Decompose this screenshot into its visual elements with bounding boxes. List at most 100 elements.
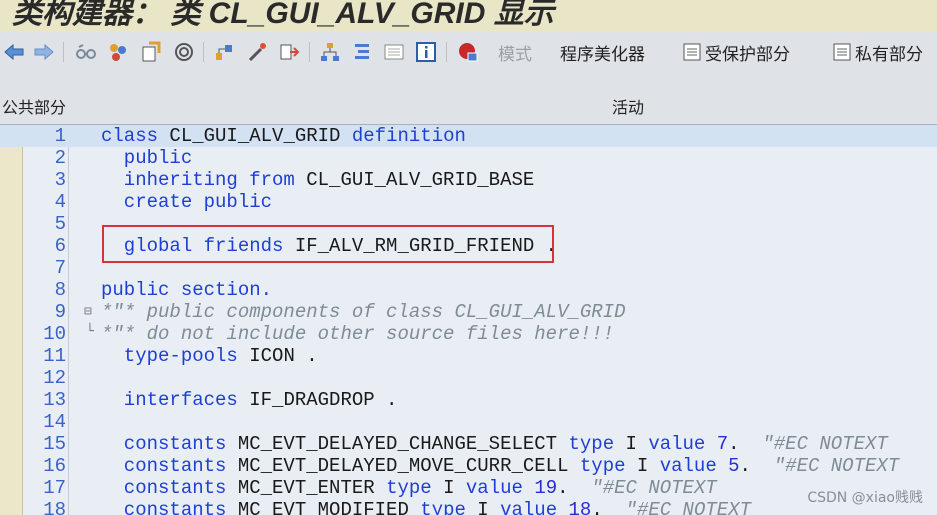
code-token: "#EC NOTEXT [625,499,751,515]
code-line[interactable]: 8 public section. [0,279,937,301]
code-token: . [591,499,626,515]
code-text: *"* public components of class CL_GUI_AL… [101,301,626,323]
code-token: IF_DRAGDROP . [249,389,398,411]
code-text: inheriting from CL_GUI_ALV_GRID_BASE [101,169,534,191]
code-line[interactable]: 14 [0,411,937,433]
line-number: 1 [54,125,66,147]
line-number: 2 [54,147,66,169]
code-line[interactable]: 13 interfaces IF_DRAGDROP . [0,389,937,411]
title-bar: 类构建器： 类 CL_GUI_ALV_GRID 显示 [0,0,937,32]
code-token: type [579,455,637,477]
info-icon[interactable] [414,40,438,64]
code-line[interactable]: 18 constants MC_EVT_MODIFIED type I valu… [0,499,937,515]
line-number: 5 [54,213,66,235]
code-text: constants MC_EVT_ENTER type I value 19. … [101,477,717,499]
code-token: I [625,433,649,455]
line-number: 15 [43,433,66,455]
window-title: 类构建器： 类 CL_GUI_ALV_GRID 显示 [12,0,554,30]
toolbar-separator [203,42,204,62]
code-token: create public [101,191,273,213]
code-text: constants MC_EVT_MODIFIED type I value 1… [101,499,751,515]
code-token: I [636,455,660,477]
code-token: MC_EVT_MODIFIED [237,499,421,515]
code-token: 19 [534,477,558,499]
code-token: I [477,499,501,515]
line-number: 10 [43,323,66,345]
watermark: CSDN @xiao贱贱 [807,490,923,506]
code-line[interactable]: 16 constants MC_EVT_DELAYED_MOVE_CURR_CE… [0,455,937,477]
line-number: 8 [54,279,66,301]
code-token: 7 [716,433,729,455]
outline-icon[interactable] [350,40,374,64]
code-token: *"* do not include other source files he… [101,323,615,345]
status-label: 活动 [612,98,645,117]
code-token: 18 [568,499,592,515]
code-token: public [101,147,193,169]
pretty-printer-button[interactable]: 程序美化器 [560,40,645,65]
test-icon[interactable] [277,40,301,64]
list-icon[interactable] [382,40,406,64]
fold-end-icon: └ [86,324,94,339]
code-text: interfaces IF_DRAGDROP . [101,389,398,411]
code-text: type-pools ICON . [101,345,318,367]
code-line[interactable]: 12 [0,367,937,389]
code-token: value [465,477,535,499]
code-token: I [443,477,466,499]
line-number: 18 [43,499,66,515]
code-line[interactable]: 2 public [0,147,937,169]
magic-wand-icon[interactable] [245,40,269,64]
fold-collapse-icon[interactable]: ⊟ [84,301,92,323]
line-number: 4 [54,191,66,213]
private-section-button[interactable]: 私有部分 [832,40,923,65]
stop-icon[interactable] [456,40,480,64]
mode-button[interactable]: 模式 [498,40,532,65]
display-change-icon[interactable] [106,40,130,64]
code-line[interactable]: 9 *"* public components of class CL_GUI_A… [0,301,937,323]
line-number: 7 [54,257,66,279]
line-number: 12 [43,367,66,389]
code-line[interactable]: 17 constants MC_EVT_ENTER type I value 1… [0,477,937,499]
where-used-icon[interactable] [172,40,196,64]
code-line[interactable]: 10 *"* do not include other source files … [0,323,937,345]
private-section-label: 私有部分 [855,44,923,65]
code-token: MC_EVT_DELAYED_MOVE_CURR_CELL [237,455,580,477]
code-line[interactable]: 11 type-pools ICON . [0,345,937,367]
code-token: . [728,433,763,455]
code-token: value [648,433,717,455]
back-icon[interactable] [2,40,26,64]
code-text: constants MC_EVT_DELAYED_MOVE_CURR_CELL … [101,455,899,477]
forward-icon[interactable] [32,40,56,64]
code-line[interactable]: 3 inheriting from CL_GUI_ALV_GRID_BASE [0,169,937,191]
code-token: constants [101,477,238,499]
hierarchy-icon[interactable] [212,40,236,64]
code-editor[interactable]: 1 class CL_GUI_ALV_GRID definition 2 publi… [0,125,937,515]
line-number: 14 [43,411,66,433]
code-token: "#EC NOTEXT [773,455,900,477]
code-token: . [739,455,774,477]
line-number: 3 [54,169,66,191]
protected-section-label: 受保护部分 [705,44,790,65]
code-token: type [386,477,444,499]
code-line[interactable]: 15 constants MC_EVT_DELAYED_CHANGE_SELEC… [0,433,937,455]
code-token: . [557,477,592,499]
code-token: CL_GUI_ALV_GRID_BASE [306,169,535,191]
glasses-icon[interactable] [74,40,98,64]
code-text: *"* do not include other source files he… [101,323,614,345]
code-text: create public [101,191,272,213]
code-token: CL_GUI_ALV_GRID [169,125,352,147]
protected-section-button[interactable]: 受保护部分 [682,40,790,65]
code-text: public section. [101,279,272,301]
code-token: MC_EVT_DELAYED_CHANGE_SELECT [237,433,569,455]
object-list-icon[interactable] [318,40,342,64]
activate-icon[interactable] [139,40,163,64]
code-line[interactable]: 4 create public [0,191,937,213]
line-number: 9 [54,301,66,323]
code-token: public section. [101,279,273,301]
code-token: "#EC NOTEXT [762,433,888,455]
line-number: 11 [43,345,66,367]
code-token: value [659,455,729,477]
line-number: 17 [43,477,66,499]
mode-label: 模式 [498,44,532,65]
code-line[interactable]: 1 class CL_GUI_ALV_GRID definition [0,125,937,147]
code-token: type [568,433,626,455]
